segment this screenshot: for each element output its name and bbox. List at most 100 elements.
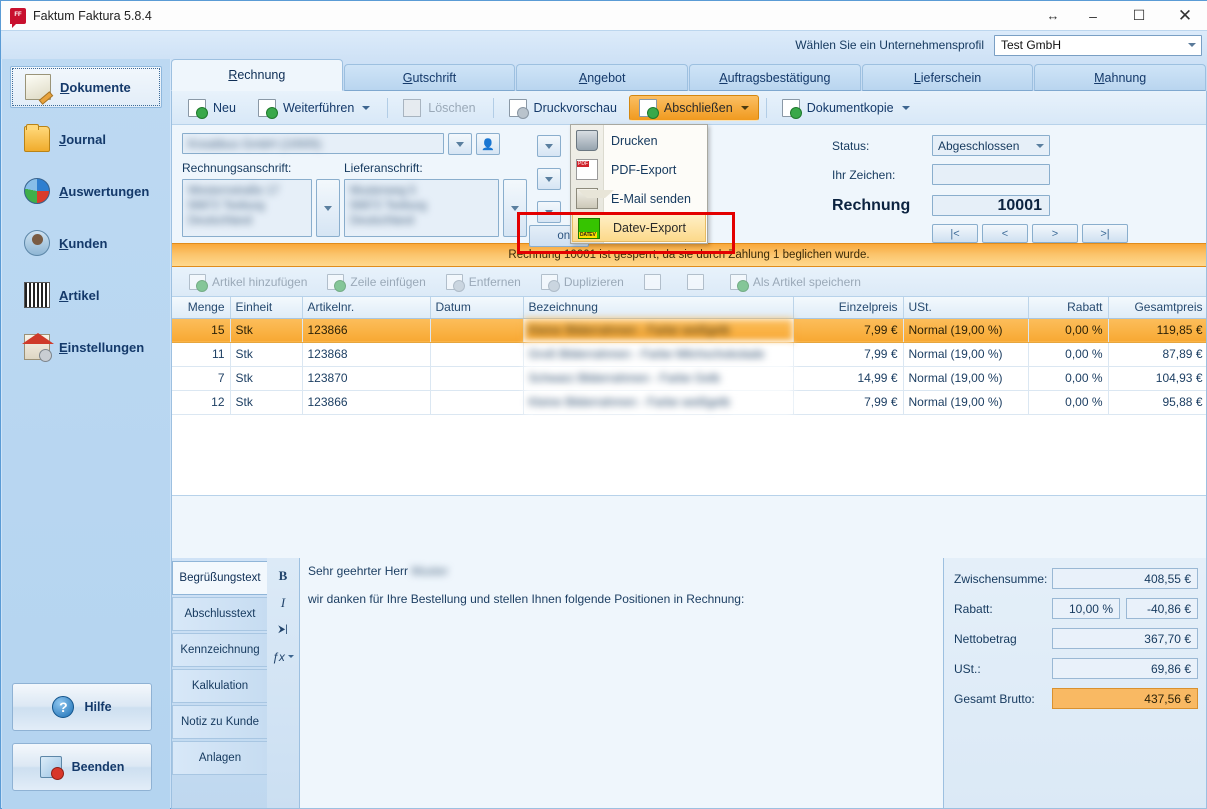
sidebar-item-artikel[interactable]: Artikel: [10, 274, 162, 316]
col-einheit[interactable]: Einheit: [230, 297, 303, 319]
sidebar-item-einstellungen[interactable]: Einstellungen: [10, 326, 162, 368]
col-ust[interactable]: USt.: [903, 297, 1029, 319]
cell-rabatt: 0,00 %: [1028, 366, 1109, 391]
sidebar-label-auswertungen: Auswertungen: [59, 183, 150, 199]
col-artikelnr[interactable]: Artikelnr.: [302, 297, 431, 319]
greeting-prefix: Sehr geehrter Herr: [308, 564, 412, 578]
chevron-down-icon: [1036, 143, 1044, 148]
discount-label: Rabatt:: [954, 601, 993, 616]
bold-icon[interactable]: B: [271, 564, 295, 587]
company-profile-select[interactable]: Test GmbH: [994, 34, 1202, 56]
middle-dropdown-2[interactable]: [537, 168, 561, 190]
print-preview-button[interactable]: Druckvorschau: [499, 95, 627, 121]
nav-first-button[interactable]: |<: [932, 224, 978, 243]
menu-item-drucken[interactable]: Drucken: [571, 126, 707, 155]
menu-item-pdf-export[interactable]: PDF-Export: [571, 155, 707, 184]
function-icon[interactable]: ƒx: [271, 645, 295, 668]
customer-dropdown-button[interactable]: [448, 133, 472, 155]
cell-rabatt: 0,00 %: [1028, 318, 1109, 343]
new-button[interactable]: Neu: [178, 95, 246, 121]
delete-icon: [403, 98, 422, 117]
billing-address-field[interactable]: Westernstraße 17 56872 Teeburg Deutschland: [182, 179, 312, 237]
status-select[interactable]: Abgeschlossen: [932, 135, 1050, 156]
col-datum[interactable]: Datum: [430, 297, 524, 319]
col-gesamtpreis[interactable]: Gesamtpreis: [1108, 297, 1206, 319]
table-row[interactable]: 12 Stk 123866 Kleine Bilderrahmen - Farb…: [172, 390, 1206, 415]
indent-icon[interactable]: ⮞|: [271, 618, 295, 641]
add-article-button[interactable]: Artikel hinzufügen: [180, 270, 316, 294]
billing-address-value: Westernstraße 17 56872 Teeburg Deutschland: [188, 185, 280, 227]
customer-value: Kreatibus GmbH (10005): [188, 136, 322, 151]
minimize-button[interactable]: –: [1070, 1, 1116, 31]
text-tab-abschlusstext[interactable]: Abschlusstext: [172, 597, 267, 631]
remove-button[interactable]: Entfernen: [437, 270, 530, 294]
col-einzelpreis[interactable]: Einzelpreis: [793, 297, 904, 319]
tab-gutschrift[interactable]: Gutschrift: [343, 64, 516, 91]
text-tab-kennzeichnung[interactable]: Kennzeichnung: [172, 633, 267, 667]
sidebar-item-dokumente[interactable]: Dokumente: [10, 66, 162, 108]
nav-prev-button[interactable]: <: [982, 224, 1028, 243]
menu-item-email-senden[interactable]: E-Mail senden: [571, 184, 707, 213]
billing-address-label: Rechnungsanschrift:: [182, 161, 292, 175]
menu-item-datev-export[interactable]: Datev-Export: [572, 213, 706, 242]
sidebar-label-journal: Journal: [59, 131, 106, 147]
gross-label: Gesamt Brutto:: [954, 691, 1035, 706]
duplicate-button[interactable]: Duplizieren: [532, 270, 633, 294]
duplicate-label: Duplizieren: [563, 274, 624, 289]
document-copy-button[interactable]: Dokumentkopie: [772, 95, 920, 121]
tab-mahnung[interactable]: Mahnung: [1034, 64, 1207, 91]
shipping-address-field[interactable]: Musterweg 5 56872 Teeburg Deutschland: [344, 179, 499, 237]
col-rabatt[interactable]: Rabatt: [1028, 297, 1109, 319]
move-down-button[interactable]: [678, 270, 719, 294]
exit-button[interactable]: Beenden: [12, 743, 152, 791]
text-tab-anlagen[interactable]: Anlagen: [172, 741, 267, 775]
col-menge[interactable]: Menge: [172, 297, 231, 319]
middle-dropdown-1[interactable]: [537, 135, 561, 157]
middle-dropdown-3[interactable]: [537, 201, 561, 223]
sidebar-item-kunden[interactable]: Kunden: [10, 222, 162, 264]
vat-value: 69,86 €: [1052, 658, 1198, 679]
text-tab-kalkulation[interactable]: Kalkulation: [172, 669, 267, 703]
text-tab-notiz-zu-kunde[interactable]: Notiz zu Kunde: [172, 705, 267, 739]
sidebar-item-journal[interactable]: Journal: [10, 118, 162, 160]
table-row[interactable]: 15 Stk 123866 Kleine Bilderrahmen - Farb…: [172, 318, 1206, 343]
col-bezeichnung[interactable]: Bezeichnung: [523, 297, 794, 319]
positions-grid[interactable]: Menge Einheit Artikelnr. Datum Bezeichnu…: [172, 297, 1206, 496]
table-row[interactable]: 7 Stk 123870 Schwarz Bilderrahmen - Farb…: [172, 366, 1206, 391]
resize-icon[interactable]: ↔: [1036, 1, 1070, 31]
cell-datum: [430, 342, 524, 367]
italic-icon[interactable]: I: [271, 591, 295, 614]
chevron-down-icon: [362, 105, 371, 110]
sidebar-item-auswertungen[interactable]: Auswertungen: [10, 170, 162, 212]
text-tab-begruessungstext[interactable]: Begrüßungstext: [172, 561, 267, 595]
remove-label: Entfernen: [468, 274, 521, 289]
help-button[interactable]: ? Hilfe: [12, 683, 152, 731]
menu-label-datev-export: Datev-Export: [613, 220, 686, 235]
text-editor[interactable]: Sehr geehrter Herr Muster wir danken für…: [300, 558, 944, 808]
continue-button[interactable]: Weiterführen: [248, 95, 380, 121]
tab-rechnung[interactable]: Rechnung: [171, 59, 343, 91]
shipping-address-dropdown[interactable]: [503, 179, 527, 237]
reference-field[interactable]: [932, 164, 1050, 185]
customer-search-button[interactable]: 👤: [476, 133, 500, 155]
save-article-icon: [729, 273, 749, 292]
discount-percent-field[interactable]: 10,00 %: [1052, 598, 1120, 619]
billing-address-dropdown[interactable]: [316, 179, 340, 237]
delete-button[interactable]: Löschen: [393, 95, 485, 121]
tab-lieferschein[interactable]: Lieferschein: [861, 64, 1034, 91]
move-up-button[interactable]: [635, 270, 676, 294]
document-number-field[interactable]: 10001: [932, 195, 1050, 216]
maximize-button[interactable]: ☐: [1116, 1, 1162, 31]
document-toolbar: Neu Weiterführen Löschen Druckvorschau A…: [172, 91, 1206, 125]
cell-datum: [430, 366, 524, 391]
insert-row-button[interactable]: Zeile einfügen: [318, 270, 434, 294]
close-button[interactable]: ✕: [1162, 1, 1207, 31]
save-as-article-button[interactable]: Als Artikel speichern: [721, 270, 870, 294]
tab-auftragsbestaetigung[interactable]: Auftragsbestätigung: [689, 64, 861, 91]
nav-next-button[interactable]: >: [1032, 224, 1078, 243]
nav-last-button[interactable]: >|: [1082, 224, 1128, 243]
table-row[interactable]: 11 Stk 123868 Groß Bilderrahmen - Farbe …: [172, 342, 1206, 367]
tab-angebot[interactable]: Angebot: [516, 64, 689, 91]
complete-button[interactable]: Abschließen: [628, 94, 759, 121]
customer-field[interactable]: Kreatibus GmbH (10005): [182, 133, 444, 154]
